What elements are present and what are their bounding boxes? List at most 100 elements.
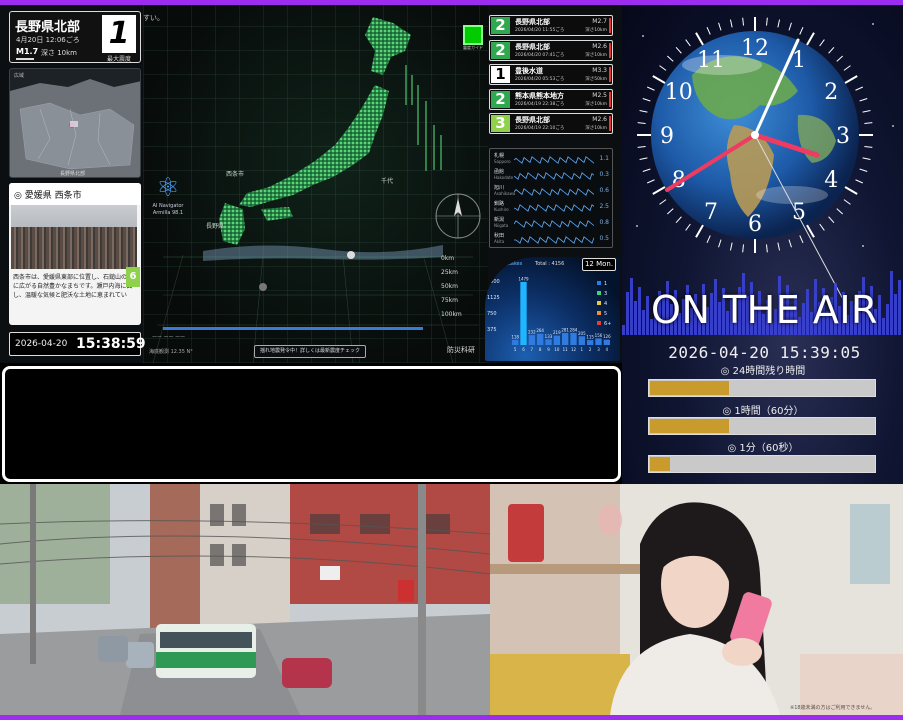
- clock-number: 11: [697, 48, 725, 73]
- monitor-clock: 2026-04-20 15:38:59: [9, 332, 146, 356]
- bar-value-label: 156: [595, 333, 603, 338]
- x-tick-label: 5: [514, 347, 517, 352]
- quake-magnitude: M3.3: [592, 67, 607, 74]
- histogram-period-button[interactable]: 12 Mon.: [582, 258, 616, 271]
- progress-bar-24h: [648, 379, 876, 397]
- quake-time: 2026/04/20 11:55ごろ: [515, 28, 565, 33]
- on-air-panel: 121234567891011 ON THE AIR 2026-04-20 15…: [622, 5, 903, 484]
- bar-value-label: 115: [586, 335, 594, 340]
- y-tick-label: 750: [487, 311, 497, 317]
- quake-region: 長野県北部: [15, 20, 81, 35]
- clock-tick: [706, 26, 711, 35]
- visualizer-bar: [626, 292, 629, 335]
- clock-tick: [819, 39, 825, 47]
- bar: [570, 332, 577, 345]
- bar-value-label: 284: [570, 327, 578, 332]
- clock-tick: [639, 109, 648, 113]
- legend-swatch: [597, 281, 601, 285]
- progress-fill-24h: [650, 381, 729, 395]
- quake-depth: 深さ 10km: [41, 49, 78, 57]
- clock-tick: [675, 216, 682, 224]
- city-card: ◎ 愛媛県 西条市 西条市は、愛媛県東部に位置し、石鎚山の麓に広がる自然豊かなま…: [9, 183, 141, 325]
- quake-info-card: 長野県北部 4月20日 12:06ごろ M1.7 深さ 10km 1 最大震度: [9, 11, 141, 63]
- clock-tick: [862, 109, 871, 113]
- waveform: [514, 156, 594, 164]
- clock-tick: [642, 168, 651, 172]
- quake-intensity-badge: 2: [491, 90, 510, 108]
- bar-value-label: 126: [603, 334, 611, 339]
- bar: [578, 336, 585, 345]
- seismo-station: 新潟 Niigata 0.8: [492, 217, 612, 230]
- quake-marker: [609, 42, 611, 58]
- quake-depth: 深さ10km: [585, 28, 607, 33]
- bar: [595, 338, 602, 345]
- quake-time: 2026/04/20 07:41ごろ: [515, 52, 565, 58]
- station-name-en: Kushiro: [494, 207, 509, 212]
- quake-time: 2026/04/20 05:53ごろ: [515, 77, 565, 82]
- bar: [603, 339, 610, 345]
- quake-marker: [609, 18, 611, 33]
- clock-tick: [862, 157, 871, 161]
- y-tick-label: 1500: [487, 279, 500, 285]
- clock-tick: [788, 22, 792, 31]
- quake-list-item[interactable]: 2 長野県北部 M2.6 2026/04/20 07:41ごろ 深さ10km: [489, 39, 613, 61]
- clock-tick: [828, 216, 835, 224]
- clock-tick: [864, 146, 873, 148]
- quake-list-item[interactable]: 2 熊本県熊本地方 M2.5 2026/04/19 22:38ごろ 深さ10km: [489, 88, 613, 110]
- quake-intensity-badge: 1: [491, 66, 510, 83]
- clock-tick: [652, 186, 666, 195]
- advertisement-video: ※18歳未満の方はご利用できません。: [490, 484, 903, 715]
- quake-region: 長野県北部: [515, 18, 550, 26]
- clock-tick: [836, 55, 844, 62]
- quake-list-item[interactable]: 3 長野県北部 M2.6 2026/04/19 22:10ごろ 深さ10km: [489, 113, 613, 134]
- intensity-check-banner[interactable]: 揺れ地震発令中！詳しくは最新震度チェック: [254, 345, 366, 358]
- bar: [528, 335, 535, 345]
- quake-magnitude: M2.5: [592, 91, 607, 99]
- clock-number: 7: [704, 200, 718, 225]
- quake-time: 2026/04/19 22:38ごろ: [515, 101, 565, 107]
- bar-value-label: 232: [528, 330, 536, 335]
- waveform: [514, 236, 594, 244]
- city-location: ◎ 愛媛県 西条市: [9, 183, 141, 205]
- quake-depth: 深さ10km: [585, 101, 607, 107]
- quake-marker: [609, 91, 611, 107]
- clock-tick: [859, 98, 868, 102]
- legend-label: 6+: [604, 321, 611, 327]
- quake-list-item[interactable]: 2 長野県北部 M2.7 2026/04/20 11:55ごろ 深さ10km: [489, 15, 613, 36]
- legend-swatch: [597, 311, 601, 315]
- clock-tick: [637, 146, 646, 148]
- histogram-plot: 1500112575037511851479623272648133921910…: [487, 276, 611, 352]
- map-legend: ーー ーー ーー: [152, 335, 186, 341]
- clock-tick: [666, 55, 674, 62]
- waveform: [514, 172, 594, 180]
- visualizer-bar: [622, 325, 625, 335]
- map-label-saijo: 西条市: [226, 171, 245, 178]
- earthquake-histogram: 1500 1125 750 375 118 5 1479 6 232 7 264 8 133 9 219 10…: [485, 257, 620, 361]
- clock-tick: [666, 208, 674, 215]
- quake-intensity-badge: 2: [491, 41, 510, 59]
- clock-tick: [777, 19, 781, 28]
- x-tick-label: 8: [539, 347, 542, 352]
- ai-navigator-name: AI Navigator: [152, 203, 184, 209]
- quake-region: 長野県北部: [515, 42, 550, 51]
- bottom-accent-bar: [0, 715, 903, 720]
- x-tick-label: 7: [531, 347, 534, 352]
- clock-tick: [718, 22, 722, 31]
- ad-disclaimer: ※18歳未満の方はご利用できません。: [790, 705, 876, 711]
- seismo-station: 旭川 Asahikawa 0.6: [492, 185, 612, 198]
- bar: [562, 333, 569, 345]
- city-badge: 6: [126, 267, 140, 287]
- clock-number: 2: [824, 80, 838, 105]
- clock-tick: [806, 32, 815, 46]
- visualizer-bar: [898, 280, 901, 335]
- intensity-guide-logo: 震度ガイド: [461, 25, 485, 59]
- quake-list-item[interactable]: 1 豊後水道 M3.3 2026/04/20 05:53ごろ 深さ50km: [489, 64, 613, 85]
- compass-icon: [435, 193, 481, 239]
- station-name-en: Hakodate: [494, 175, 514, 180]
- monitor-time: 15:38:59: [76, 336, 146, 352]
- y-tick-label: 1125: [487, 295, 500, 301]
- mini-map-corner-label: 広域: [14, 73, 25, 79]
- clock-tick: [659, 65, 667, 71]
- clock-tick: [706, 235, 711, 244]
- scale-75km: 75km: [441, 297, 458, 304]
